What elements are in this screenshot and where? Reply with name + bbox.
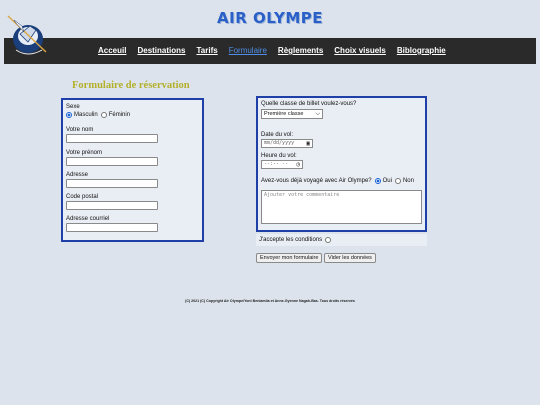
travelled-non-radio[interactable] bbox=[394, 178, 401, 184]
time-input[interactable]: --:-- -- ◷ bbox=[261, 160, 303, 169]
consent-label: J'accepte les conditions bbox=[259, 237, 323, 243]
form-heading: Formulaire de réservation bbox=[72, 80, 190, 91]
travelled-non-label: Non bbox=[402, 178, 414, 184]
nom-label: Votre nom bbox=[66, 127, 94, 133]
travelled-label: Avez-vous déjà voyagé avec Air Olympe? bbox=[261, 178, 372, 184]
nav-link-choix-visuels[interactable]: Choix visuels bbox=[334, 46, 386, 55]
sex-options: Masculin Féminin bbox=[66, 112, 130, 118]
submit-button[interactable]: Envoyer mon formulaire bbox=[256, 253, 323, 263]
personal-info-panel: Sexe Masculin Féminin Votre nom Votre pr… bbox=[61, 98, 204, 242]
sex-feminin-label: Féminin bbox=[108, 112, 131, 118]
code-postal-input[interactable] bbox=[66, 201, 158, 210]
reset-button[interactable]: Vider les données bbox=[324, 253, 376, 263]
logo-icon bbox=[7, 15, 47, 55]
footer-copyright: (C) 2021 (C) Copyright Air Olympe/Yoni B… bbox=[185, 299, 355, 303]
sex-masculin-label: Masculin bbox=[74, 112, 98, 118]
comment-textarea[interactable]: Ajouter votre commentaire bbox=[261, 190, 422, 224]
comment-placeholder: Ajouter votre commentaire bbox=[264, 192, 340, 198]
code-postal-label: Code postal bbox=[66, 194, 99, 200]
consent-checkbox[interactable] bbox=[325, 237, 332, 243]
time-label: Heure du vol: bbox=[261, 153, 297, 159]
nav-link-reglements[interactable]: Règlements bbox=[278, 46, 323, 55]
adresse-label: Adresse bbox=[66, 172, 89, 178]
prenom-label: Votre prénom bbox=[66, 150, 103, 156]
consent-row: J'accepte les conditions bbox=[256, 234, 427, 246]
ticket-class-select[interactable]: Première classe ⌵ bbox=[261, 109, 323, 119]
site-title: AIR OLYMPE bbox=[217, 9, 323, 27]
calendar-icon[interactable]: ▣ bbox=[306, 140, 310, 147]
sex-feminin-radio[interactable] bbox=[100, 112, 107, 118]
time-placeholder: --:-- -- bbox=[264, 161, 289, 167]
clock-icon[interactable]: ◷ bbox=[296, 161, 300, 168]
courriel-input[interactable] bbox=[66, 223, 158, 232]
nav-link-destinations[interactable]: Destinations bbox=[137, 46, 185, 55]
chevron-down-icon: ⌵ bbox=[315, 111, 320, 117]
main-nav: Acceuil Destinations Tarifs Formulaire R… bbox=[98, 46, 446, 55]
nav-link-acceuil[interactable]: Acceuil bbox=[98, 46, 126, 55]
nom-input[interactable] bbox=[66, 134, 158, 143]
nav-link-biblographie[interactable]: Biblographie bbox=[397, 46, 446, 55]
flight-info-panel: Quelle classe de billet voulez-vous? Pre… bbox=[256, 96, 427, 232]
ticket-label: Quelle classe de billet voulez-vous? bbox=[261, 101, 357, 107]
prenom-input[interactable] bbox=[66, 157, 158, 166]
travelled-oui-radio[interactable] bbox=[374, 178, 381, 184]
courriel-label: Adresse courriel bbox=[66, 216, 110, 222]
travelled-oui-label: Oui bbox=[382, 178, 392, 184]
adresse-input[interactable] bbox=[66, 179, 158, 188]
date-label: Date du vol: bbox=[261, 132, 294, 138]
sex-label: Sexe bbox=[66, 104, 80, 110]
travelled-question: Avez-vous déjà voyagé avec Air Olympe? O… bbox=[261, 178, 414, 184]
ticket-class-value: Première classe bbox=[264, 111, 304, 117]
nav-link-tarifs[interactable]: Tarifs bbox=[196, 46, 217, 55]
date-input[interactable]: mm/dd/yyyy ▣ bbox=[261, 139, 313, 148]
nav-link-formulaire[interactable]: Formulaire bbox=[229, 46, 267, 55]
sex-masculin-radio[interactable] bbox=[66, 112, 72, 118]
date-placeholder: mm/dd/yyyy bbox=[264, 140, 295, 146]
